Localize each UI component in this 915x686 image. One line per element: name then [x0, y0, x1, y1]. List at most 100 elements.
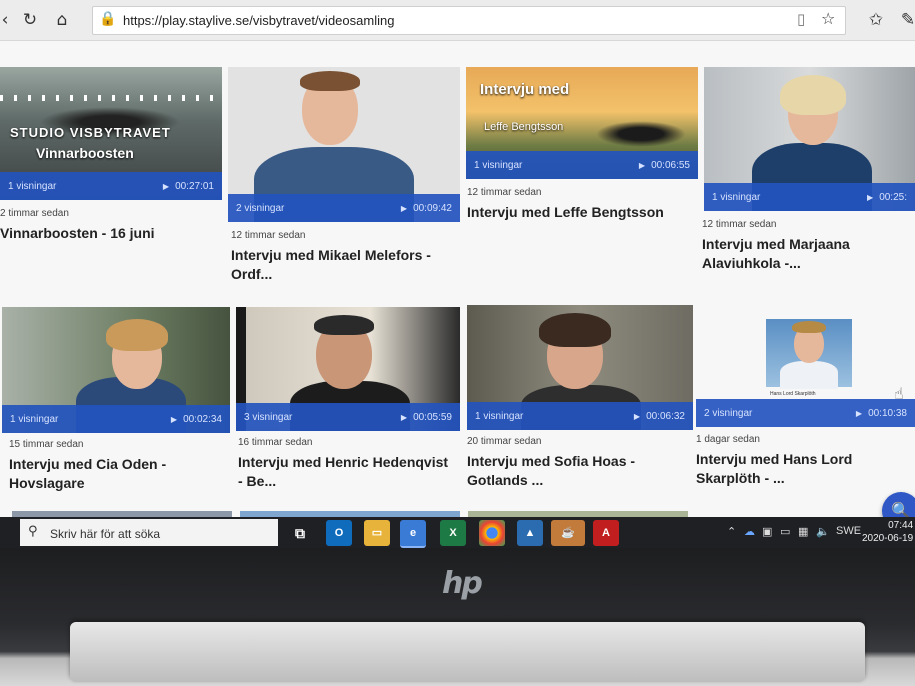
- video-thumbnail[interactable]: 2 visningar 00:09:42: [228, 67, 460, 222]
- network-icon[interactable]: ▦: [798, 525, 808, 538]
- video-duration: 00:05:59: [401, 412, 452, 423]
- clock-time: 07:44: [888, 520, 914, 531]
- video-title[interactable]: Vinnarboosten - 16 juni: [0, 224, 155, 243]
- mouse-cursor-icon: ☝: [894, 384, 904, 403]
- video-title-line: Intervju med Henric Hedenqvist: [238, 454, 449, 470]
- battery-icon[interactable]: ▭: [780, 525, 790, 538]
- video-duration: 00:09:42: [401, 203, 452, 214]
- video-title-line: Alaviuhkola -...: [702, 255, 801, 271]
- video-thumbnail[interactable]: Hans Lord Skarplöth 2 visningar 00:10:38: [696, 303, 915, 427]
- view-count: 1 visningar: [712, 192, 761, 203]
- video-duration: 00:06:32: [634, 411, 685, 422]
- favorites-icon[interactable]: ✩: [865, 9, 887, 31]
- language-indicator[interactable]: SWE: [836, 525, 861, 537]
- photo-caption: Hans Lord Skarplöth: [770, 391, 816, 397]
- java-icon[interactable]: ☕: [551, 520, 585, 546]
- pen-icon[interactable]: ✎: [897, 9, 915, 31]
- video-thumbnail[interactable]: Intervju med Leffe Bengtsson 1 visningar…: [466, 67, 698, 179]
- video-duration: 00:06:55: [639, 160, 690, 171]
- upload-time: 12 timmar sedan: [702, 219, 777, 230]
- upload-time: 1 dagar sedan: [696, 434, 760, 445]
- tray-app-icon[interactable]: ▣: [762, 525, 772, 538]
- refresh-icon[interactable]: ↻: [19, 9, 41, 31]
- video-card[interactable]: 1 visningar 00:02:34 15 timmar sedan Int…: [2, 307, 230, 497]
- acrobat-icon[interactable]: A: [593, 520, 619, 546]
- volume-icon[interactable]: 🔈: [816, 525, 830, 538]
- task-view-icon[interactable]: ⧉: [287, 520, 313, 546]
- upload-time: 15 timmar sedan: [9, 439, 84, 450]
- upload-time: 12 timmar sedan: [467, 187, 542, 198]
- video-thumbnail[interactable]: 3 visningar 00:05:59: [236, 307, 460, 431]
- video-title-line: Intervju med Cia Oden -: [9, 456, 167, 472]
- video-info-bar: 1 visningar 00:06:32: [467, 402, 693, 430]
- taskbar-clock[interactable]: 07:44 2020-06-19: [862, 519, 913, 545]
- video-title[interactable]: Intervju med Henric Hedenqvist - Be...: [238, 453, 448, 491]
- person-hair: [300, 71, 360, 91]
- video-title-line: Hovslagare: [9, 475, 85, 491]
- laptop-hinge: [70, 622, 865, 682]
- video-card[interactable]: STUDIO VISBYTRAVET Vinnarboosten 1 visni…: [0, 67, 222, 267]
- video-title[interactable]: Intervju med Hans Lord Skarplöth - ...: [696, 450, 852, 488]
- video-title[interactable]: Intervju med Marjaana Alaviuhkola -...: [702, 235, 850, 273]
- person-hair: [539, 313, 611, 347]
- photos-icon[interactable]: ▲: [517, 520, 543, 546]
- outlook-icon[interactable]: O: [326, 520, 352, 546]
- url-text: https://play.staylive.se/visbytravet/vid…: [123, 13, 395, 28]
- video-duration: 00:25:: [867, 192, 907, 203]
- video-title-line: Intervju med Sofia Hoas -: [467, 453, 636, 469]
- back-button[interactable]: ‹: [0, 9, 16, 31]
- lock-icon: 🔒: [99, 11, 117, 27]
- person-hair: [106, 319, 168, 351]
- clock-date: 2020-06-19: [862, 533, 914, 544]
- address-bar[interactable]: 🔒 https://play.staylive.se/visbytravet/v…: [92, 6, 846, 35]
- video-title-line: Skarplöth - ...: [696, 470, 785, 486]
- video-thumbnail[interactable]: 1 visningar 00:06:32: [467, 305, 693, 430]
- video-card[interactable]: 1 visningar 00:25: 12 timmar sedan Inter…: [702, 67, 915, 287]
- thumbnail-overlay-title: Intervju med: [480, 81, 570, 98]
- video-info-bar: 1 visningar 00:25:: [704, 183, 915, 211]
- video-card[interactable]: Intervju med Leffe Bengtsson 1 visningar…: [466, 67, 698, 267]
- chrome-icon[interactable]: [479, 520, 505, 546]
- video-title[interactable]: Intervju med Mikael Melefors - Ordf...: [231, 246, 431, 284]
- video-thumbnail[interactable]: STUDIO VISBYTRAVET Vinnarboosten 1 visni…: [0, 67, 222, 200]
- video-thumbnail[interactable]: 1 visningar 00:02:34: [2, 307, 230, 433]
- horses-decoration: [596, 121, 686, 147]
- file-explorer-icon[interactable]: ▭: [364, 520, 390, 546]
- video-thumbnail[interactable]: 1 visningar 00:25:: [704, 67, 915, 211]
- upload-time: 12 timmar sedan: [231, 230, 306, 241]
- video-title-line: Gotlands ...: [467, 472, 544, 488]
- video-info-bar: 3 visningar 00:05:59: [236, 403, 460, 431]
- taskbar-search-box[interactable]: ⚲ Skriv här för att söka: [20, 519, 278, 546]
- video-title-line: - Be...: [238, 473, 277, 489]
- favorite-star-icon[interactable]: ☆: [821, 9, 835, 28]
- video-title[interactable]: Intervju med Cia Oden - Hovslagare: [9, 455, 166, 493]
- video-card[interactable]: 2 visningar 00:09:42 12 timmar sedan Int…: [228, 67, 460, 297]
- video-duration: 00:10:38: [856, 408, 907, 419]
- view-count: 1 visningar: [475, 411, 524, 422]
- video-title[interactable]: Intervju med Sofia Hoas - Gotlands ...: [467, 452, 635, 490]
- edge-icon[interactable]: e: [400, 520, 426, 548]
- home-icon[interactable]: ⌂: [51, 9, 73, 31]
- upload-time: 20 timmar sedan: [467, 436, 542, 447]
- upload-time: 16 timmar sedan: [238, 437, 313, 448]
- upload-time: 2 timmar sedan: [0, 208, 69, 219]
- person-hair: [314, 315, 374, 335]
- taskbar-search-placeholder: Skriv här för att söka: [50, 527, 161, 541]
- excel-icon[interactable]: X: [440, 520, 466, 546]
- fence-decoration: [0, 95, 222, 101]
- onedrive-icon[interactable]: ☁: [744, 525, 755, 538]
- tray-overflow-icon[interactable]: ⌃: [727, 525, 736, 538]
- hp-logo-icon: hp: [442, 566, 483, 601]
- video-title-line: Ordf...: [231, 266, 273, 282]
- video-card[interactable]: Hans Lord Skarplöth 2 visningar 00:10:38…: [696, 303, 915, 493]
- view-count: 1 visningar: [10, 414, 59, 425]
- video-title[interactable]: Intervju med Leffe Bengtsson: [467, 203, 664, 222]
- video-info-bar: 1 visningar 00:02:34: [2, 405, 230, 433]
- view-count: 2 visningar: [236, 203, 285, 214]
- video-info-bar: 2 visningar 00:10:38: [696, 399, 915, 427]
- reading-view-icon[interactable]: ▯: [797, 10, 805, 28]
- person-hair: [780, 75, 846, 115]
- video-card[interactable]: 3 visningar 00:05:59 16 timmar sedan Int…: [236, 307, 460, 497]
- video-card[interactable]: 1 visningar 00:06:32 20 timmar sedan Int…: [467, 305, 693, 495]
- video-title-line: Intervju med Hans Lord: [696, 451, 853, 467]
